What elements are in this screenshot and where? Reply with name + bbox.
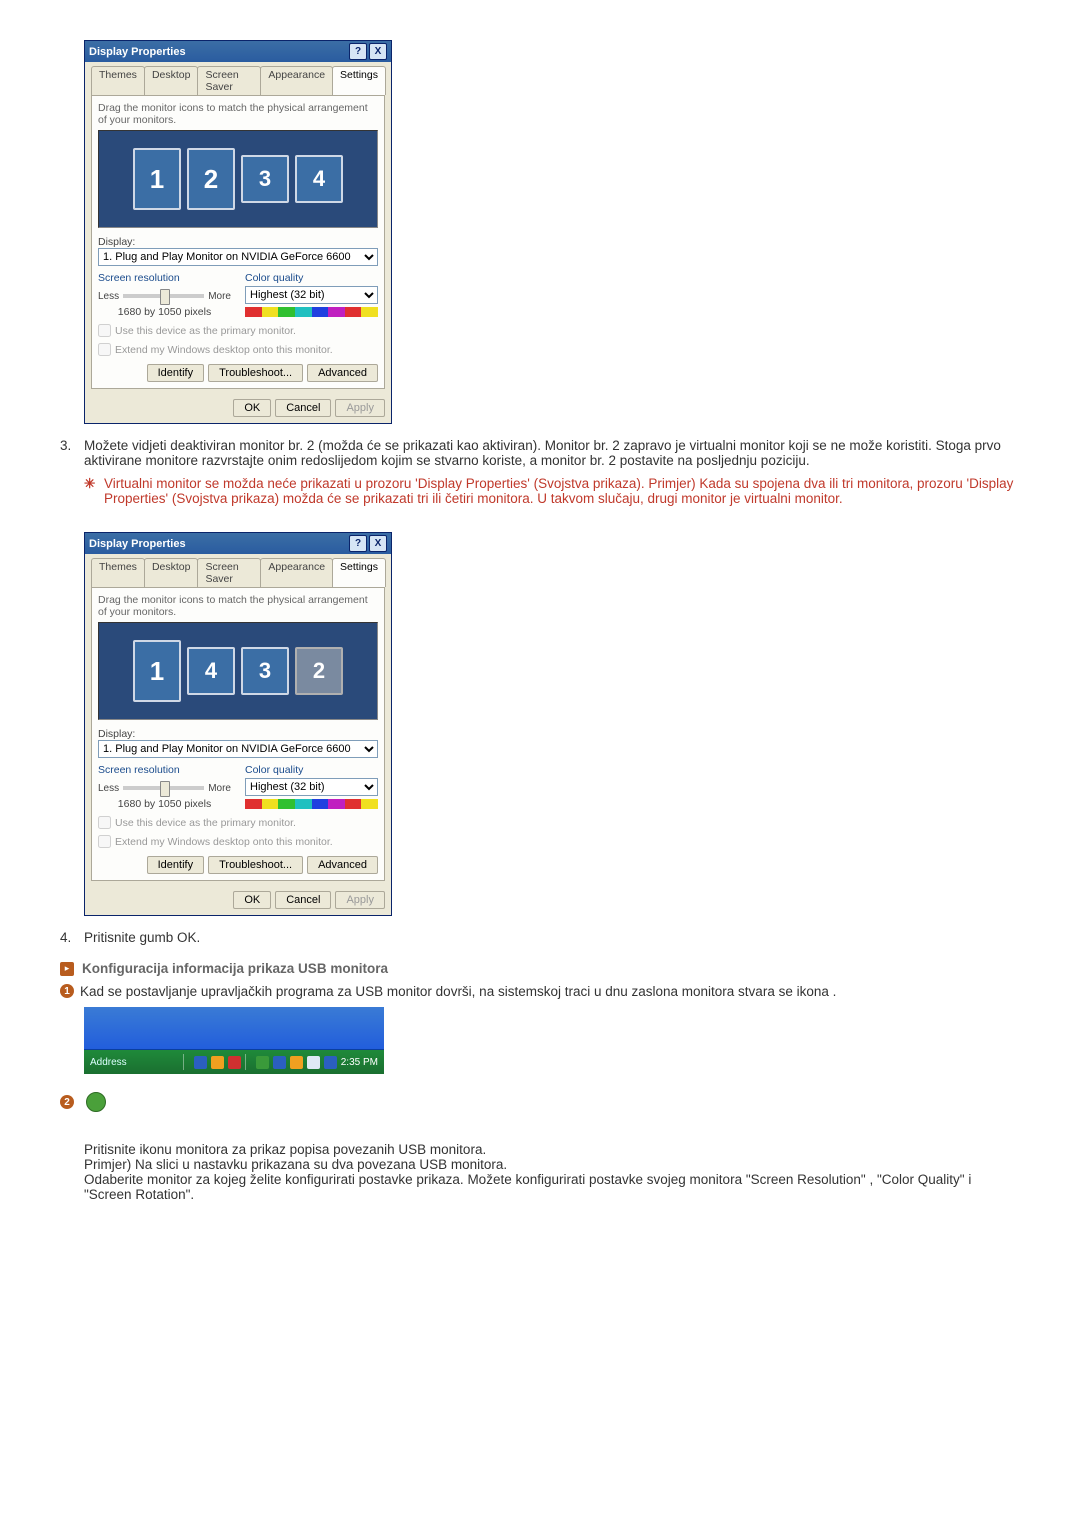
display-label: Display: (98, 728, 135, 740)
cancel-button[interactable]: Cancel (275, 891, 331, 909)
note-star-icon: ✳ (84, 476, 104, 506)
tab-screensaver[interactable]: Screen Saver (197, 66, 261, 95)
monitor-box-2[interactable]: 2 (187, 148, 235, 210)
display-label: Display: (98, 236, 135, 248)
color-quality-select[interactable]: Highest (32 bit) (245, 286, 378, 304)
monitor-arrangement[interactable]: 1 2 3 4 (98, 130, 378, 228)
monitor-tray-icon (86, 1092, 106, 1112)
step-4-number: 4. (60, 930, 84, 945)
tab-settings[interactable]: Settings (332, 66, 386, 95)
section-title: Konfiguracija informacija prikaza USB mo… (82, 961, 388, 976)
color-quality-label: Color quality (245, 764, 378, 776)
dialog-title: Display Properties (89, 538, 186, 550)
section-bullet-icon: ▸ (60, 962, 74, 976)
primary-monitor-checkbox: Use this device as the primary monitor. (98, 324, 378, 337)
tab-desktop[interactable]: Desktop (144, 558, 199, 587)
screen-resolution-label: Screen resolution (98, 764, 231, 776)
monitor-box-4[interactable]: 4 (187, 647, 235, 695)
color-swatches (245, 307, 378, 317)
more-label: More (208, 783, 231, 794)
tab-settings[interactable]: Settings (332, 558, 386, 587)
ok-button[interactable]: OK (233, 891, 271, 909)
step-3-text: Možete vidjeti deaktiviran monitor br. 2… (84, 438, 1020, 468)
monitor-box-2-inactive[interactable]: 2 (295, 647, 343, 695)
screen-resolution-label: Screen resolution (98, 272, 231, 284)
monitor-box-3[interactable]: 3 (241, 155, 289, 203)
display-properties-dialog-2: Display Properties ? X Themes Desktop Sc… (84, 532, 392, 916)
resolution-value: 1680 by 1050 pixels (98, 306, 231, 318)
dialog-tabs: Themes Desktop Screen Saver Appearance S… (85, 62, 391, 95)
tab-appearance[interactable]: Appearance (260, 66, 333, 95)
taskbar-screenshot: Address 2:35 PM (84, 1007, 384, 1074)
ok-button[interactable]: OK (233, 399, 271, 417)
monitor-arrangement[interactable]: 1 4 3 2 (98, 622, 378, 720)
resolution-slider[interactable] (123, 294, 204, 298)
apply-button[interactable]: Apply (335, 891, 385, 909)
monitor-box-3[interactable]: 3 (241, 647, 289, 695)
sub-step-2-line-b: Primjer) Na slici u nastavku prikazana s… (84, 1157, 1020, 1172)
extend-desktop-checkbox: Extend my Windows desktop onto this moni… (98, 835, 378, 848)
address-toolbar-label: Address (90, 1057, 127, 1068)
monitor-box-4[interactable]: 4 (295, 155, 343, 203)
help-button[interactable]: ? (349, 43, 367, 60)
close-button[interactable]: X (369, 535, 387, 552)
tray-icon[interactable] (290, 1056, 303, 1069)
dialog-title: Display Properties (89, 46, 186, 58)
help-button[interactable]: ? (349, 535, 367, 552)
system-tray: Address 2:35 PM (84, 1049, 384, 1074)
identify-button[interactable]: Identify (147, 364, 204, 382)
troubleshoot-button[interactable]: Troubleshoot... (208, 856, 303, 874)
advanced-button[interactable]: Advanced (307, 364, 378, 382)
tray-monitor-icon[interactable] (256, 1056, 269, 1069)
display-select[interactable]: 1. Plug and Play Monitor on NVIDIA GeFor… (98, 740, 378, 758)
tab-appearance[interactable]: Appearance (260, 558, 333, 587)
tab-screensaver[interactable]: Screen Saver (197, 558, 261, 587)
tray-icon[interactable] (273, 1056, 286, 1069)
step-3-note: Virtualni monitor se možda neće prikazat… (104, 476, 1020, 506)
sub-step-2-line-c: Odaberite monitor za kojeg želite konfig… (84, 1172, 1020, 1202)
display-select[interactable]: 1. Plug and Play Monitor on NVIDIA GeFor… (98, 248, 378, 266)
tab-desktop[interactable]: Desktop (144, 66, 199, 95)
step-3-number: 3. (60, 438, 84, 520)
extend-desktop-checkbox: Extend my Windows desktop onto this moni… (98, 343, 378, 356)
sub-step-2-badge: 2 (60, 1095, 74, 1109)
color-quality-label: Color quality (245, 272, 378, 284)
advanced-button[interactable]: Advanced (307, 856, 378, 874)
less-label: Less (98, 783, 119, 794)
dialog-titlebar: Display Properties ? X (85, 533, 391, 554)
arrange-hint: Drag the monitor icons to match the phys… (98, 594, 378, 618)
troubleshoot-button[interactable]: Troubleshoot... (208, 364, 303, 382)
dialog-tabs: Themes Desktop Screen Saver Appearance S… (85, 554, 391, 587)
tab-themes[interactable]: Themes (91, 558, 145, 587)
color-quality-select[interactable]: Highest (32 bit) (245, 778, 378, 796)
monitor-box-1[interactable]: 1 (133, 640, 181, 702)
sub-step-2-line-a: Pritisnite ikonu monitora za prikaz popi… (84, 1142, 1020, 1157)
tab-themes[interactable]: Themes (91, 66, 145, 95)
more-label: More (208, 291, 231, 302)
cancel-button[interactable]: Cancel (275, 399, 331, 417)
monitor-box-1[interactable]: 1 (133, 148, 181, 210)
taskbar-app-area (84, 1007, 384, 1049)
sub-step-1-text: Kad se postavljanje upravljačkih program… (80, 984, 1020, 999)
dialog-titlebar: Display Properties ? X (85, 41, 391, 62)
tray-icon[interactable] (194, 1056, 207, 1069)
tray-icon[interactable] (307, 1056, 320, 1069)
tray-clock: 2:35 PM (341, 1057, 378, 1068)
less-label: Less (98, 291, 119, 302)
primary-monitor-checkbox: Use this device as the primary monitor. (98, 816, 378, 829)
tray-icon[interactable] (211, 1056, 224, 1069)
sub-step-1-badge: 1 (60, 984, 74, 998)
color-swatches (245, 799, 378, 809)
apply-button[interactable]: Apply (335, 399, 385, 417)
close-button[interactable]: X (369, 43, 387, 60)
tray-icon[interactable] (228, 1056, 241, 1069)
step-4-text: Pritisnite gumb OK. (84, 930, 1020, 945)
resolution-slider[interactable] (123, 786, 204, 790)
resolution-value: 1680 by 1050 pixels (98, 798, 231, 810)
display-properties-dialog-1: Display Properties ? X Themes Desktop Sc… (84, 40, 392, 424)
arrange-hint: Drag the monitor icons to match the phys… (98, 102, 378, 126)
identify-button[interactable]: Identify (147, 856, 204, 874)
tray-icon[interactable] (324, 1056, 337, 1069)
